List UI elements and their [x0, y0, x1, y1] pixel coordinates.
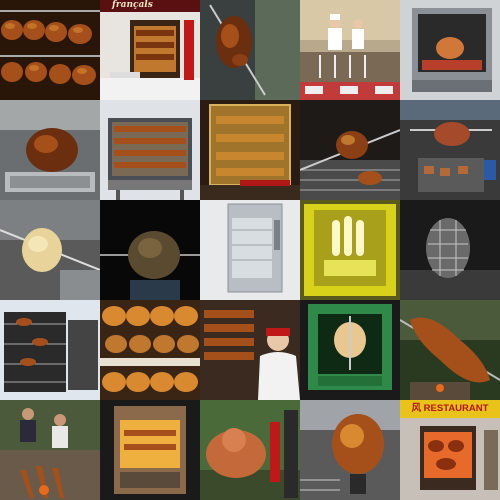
tile-campfire-spit-roast — [0, 400, 100, 500]
restaurant-sign: 风 RESTAURANT — [400, 400, 500, 417]
tile-grill-roast-chicken — [300, 400, 400, 500]
tile-roast-turkey-tray — [0, 100, 100, 200]
tile-roast-pig-outdoors — [200, 400, 300, 500]
tile-dark-spit-roast — [100, 200, 200, 300]
tile-stacked-roast-chickens — [100, 300, 200, 400]
tile-glass-oven-chickens — [200, 100, 300, 200]
tile-multi-spit-cabinet — [100, 100, 200, 200]
tile-lit-oven-cabinet — [100, 400, 200, 500]
tile-rotisserie-chickens-rows — [0, 0, 100, 100]
tile-netted-roast — [400, 200, 500, 300]
photo-collage — [0, 0, 500, 500]
tile-yellow-oven — [300, 200, 400, 300]
storefront-sign-text: françals — [112, 0, 153, 10]
tile-chefs-market-counter — [300, 0, 400, 100]
tile-storefront-rotisserie — [100, 0, 200, 100]
tile-grill-spit-chicken — [300, 100, 400, 200]
tile-spit-roast-pig — [400, 300, 500, 400]
tile-chef-with-rotisserie — [200, 300, 300, 400]
tile-raw-chicken-spit — [0, 200, 100, 300]
tile-bbq-roast-meat — [400, 100, 500, 200]
tile-home-oven-rotisserie — [400, 0, 500, 100]
tile-spit-roast-duck — [200, 0, 300, 100]
tile-green-oven-chicken — [300, 300, 400, 400]
tile-steel-cabinet-oven — [200, 200, 300, 300]
tile-outdoor-spits-rack — [0, 300, 100, 400]
